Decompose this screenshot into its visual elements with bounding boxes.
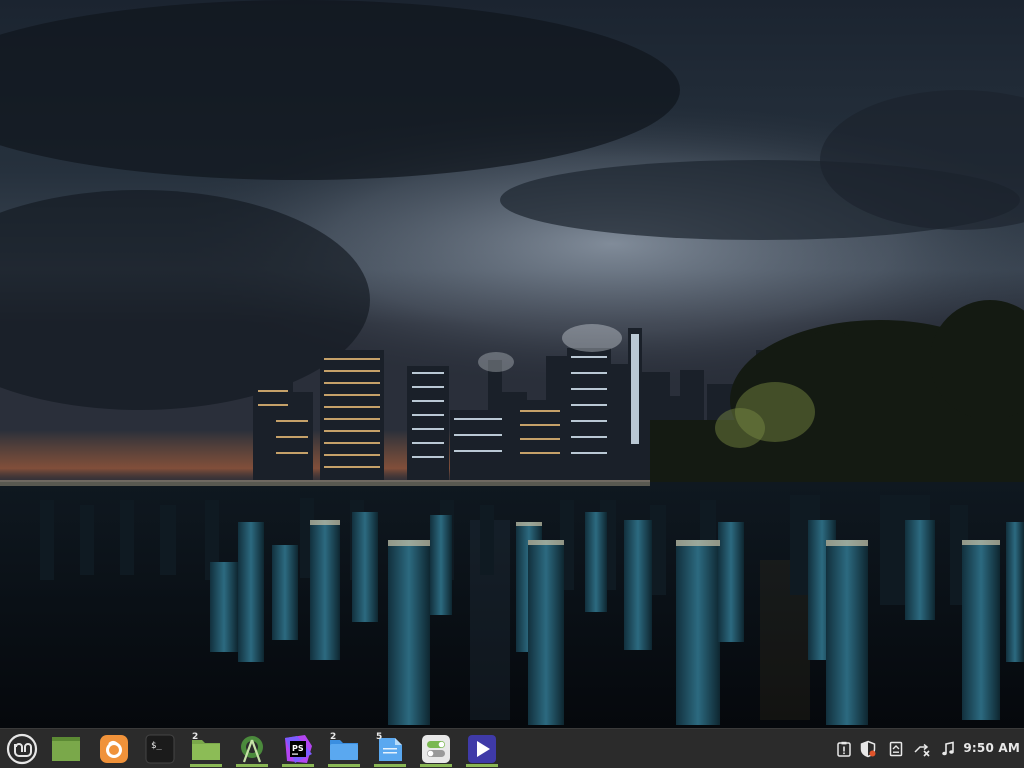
phpstorm-icon: PS bbox=[285, 735, 312, 763]
desktop-icon bbox=[52, 737, 80, 761]
update-manager-icon bbox=[837, 741, 851, 757]
launcher-show-desktop[interactable] bbox=[46, 731, 86, 767]
svg-text:PS: PS bbox=[292, 744, 304, 753]
launcher-file-manager-blue[interactable]: 2 bbox=[324, 731, 364, 767]
launcher-settings[interactable] bbox=[416, 731, 456, 767]
running-indicator bbox=[420, 764, 452, 767]
launcher-phpstorm[interactable]: PS bbox=[278, 731, 318, 767]
network-disconnected-icon bbox=[914, 743, 930, 757]
running-indicator bbox=[374, 764, 406, 767]
launcher-android-studio[interactable] bbox=[232, 731, 272, 767]
tray-network[interactable] bbox=[912, 739, 932, 759]
launcher-terminal[interactable]: $_ bbox=[140, 731, 180, 767]
menu-button[interactable] bbox=[2, 731, 42, 767]
launcher-files[interactable]: 2 bbox=[186, 731, 226, 767]
shield-icon bbox=[860, 740, 876, 758]
launcher-text-editor[interactable]: 5 bbox=[370, 731, 410, 767]
toggle-settings-icon bbox=[422, 735, 450, 763]
running-indicator bbox=[282, 764, 314, 767]
launcher-media-player[interactable] bbox=[462, 731, 502, 767]
tray-update-manager[interactable] bbox=[834, 739, 854, 759]
terminal-icon: $_ bbox=[145, 734, 175, 764]
running-indicator bbox=[328, 764, 360, 767]
svg-text:$_: $_ bbox=[151, 741, 162, 751]
music-note-icon bbox=[942, 741, 954, 756]
tray-notes[interactable] bbox=[886, 739, 906, 759]
taskbar-panel: $_ 2 PS 2 5 9:50 AM bbox=[0, 728, 1024, 768]
tray-sound[interactable] bbox=[938, 739, 958, 759]
tray-security[interactable] bbox=[858, 739, 878, 759]
notes-icon bbox=[889, 741, 903, 757]
clock[interactable]: 9:50 AM bbox=[963, 741, 1020, 755]
window-count-badge: 2 bbox=[192, 732, 199, 742]
firefox-icon bbox=[100, 735, 128, 763]
desktop-wallpaper bbox=[0, 0, 1024, 728]
media-player-icon bbox=[468, 735, 496, 763]
running-indicator bbox=[466, 764, 498, 767]
window-count-badge: 2 bbox=[330, 732, 337, 742]
running-indicator bbox=[190, 764, 222, 767]
android-studio-icon bbox=[241, 736, 263, 763]
running-indicator bbox=[236, 764, 268, 767]
linux-mint-menu-icon bbox=[6, 733, 38, 765]
window-count-badge: 5 bbox=[376, 732, 383, 742]
launcher-firefox[interactable] bbox=[94, 731, 134, 767]
